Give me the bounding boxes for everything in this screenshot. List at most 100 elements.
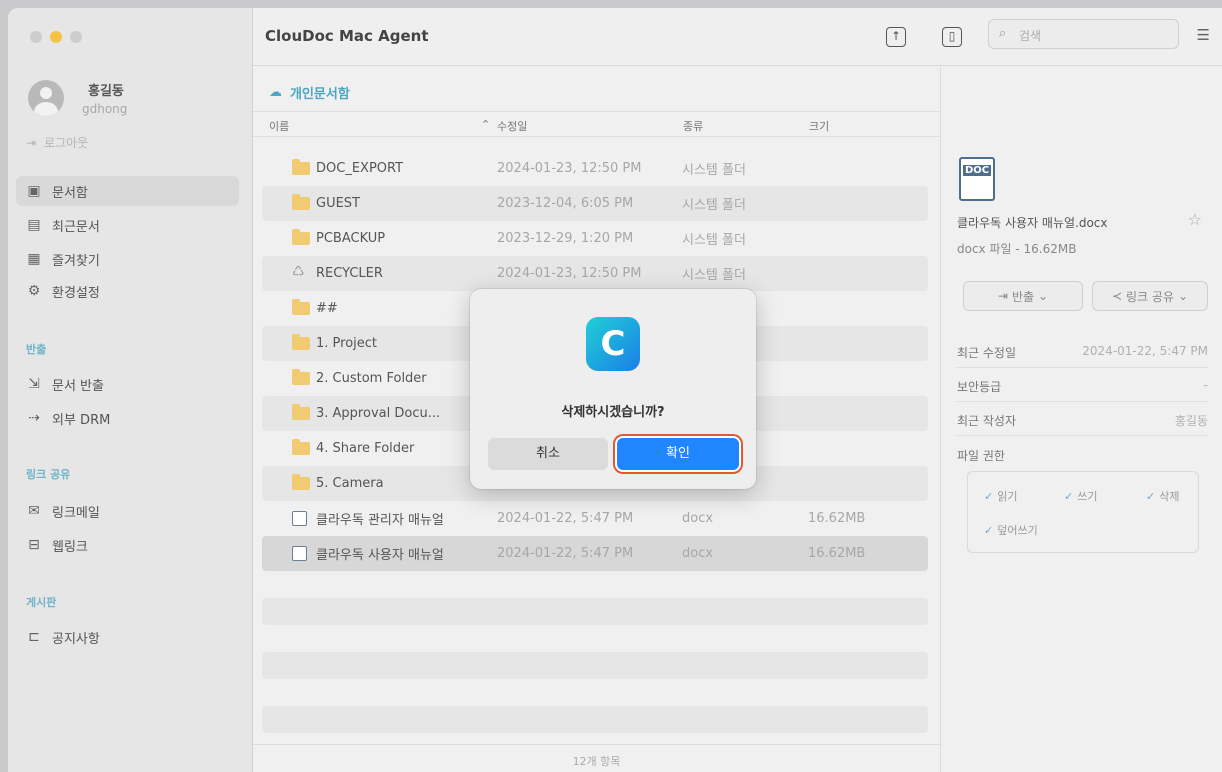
prop-modified: 최근 수정일 2024-01-22, 5:47 PM [957, 334, 1208, 368]
breadcrumb-label: 개인문서함 [290, 87, 350, 102]
docx-file-icon: DOC [959, 157, 995, 201]
document-icon [292, 546, 307, 561]
search-placeholder: 검색 [1019, 29, 1042, 43]
folder-icon [292, 194, 310, 210]
detail-panel: DOC 클라우독 사용자 매뉴얼.docx ☆ docx 파일 - 16.62M… [940, 67, 1222, 772]
gear-icon: ⚙ [27, 283, 41, 299]
zoom-window-button[interactable] [70, 31, 82, 43]
file-row[interactable]: DOC_EXPORT 2024-01-23, 12:50 PM 시스템 폴더 [262, 151, 928, 186]
permission-title: 파일 권한 [957, 449, 1005, 463]
section-title-export: 반출 [26, 343, 47, 356]
prop-value: 2024-01-22, 5:47 PM [1082, 344, 1208, 358]
perm-label: 삭제 [1159, 490, 1180, 503]
file-row[interactable]: ♺ RECYCLER 2024-01-23, 12:50 PM 시스템 폴더 [262, 256, 928, 291]
sidebar-item-label: 웹링크 [52, 539, 88, 555]
file-name: 3. Approval Docu... [316, 406, 441, 421]
minimize-window-button[interactable] [50, 31, 62, 43]
empty-row [262, 598, 928, 625]
file-date: 2023-12-04, 6:05 PM [497, 196, 634, 211]
file-row[interactable]: GUEST 2023-12-04, 6:05 PM 시스템 폴더 [262, 186, 928, 221]
file-name: DOC_EXPORT [316, 161, 404, 176]
file-name: 클라우독 사용자 매뉴얼 [316, 548, 444, 563]
empty-row [262, 625, 928, 652]
column-name[interactable]: 이름 [269, 118, 289, 134]
empty-row [262, 571, 928, 598]
detail-file-name: 클라우독 사용자 매뉴얼.docx [957, 216, 1108, 230]
link-share-button[interactable]: ≺ 링크 공유 ⌄ [1092, 281, 1208, 311]
folder-box-icon: ▣ [27, 183, 41, 199]
sidebar-item-label: 문서함 [52, 185, 88, 201]
upload-icon: ↑ [890, 29, 902, 43]
folder-icon [292, 229, 310, 245]
file-name: GUEST [316, 196, 360, 211]
user-name: 홍길동 [88, 84, 124, 99]
section-title-link-share: 링크 공유 [26, 468, 71, 481]
column-type[interactable]: 종류 [683, 118, 703, 134]
prop-label: 보안등급 [957, 380, 1002, 394]
sidebar-item-favorites[interactable]: ▦ 즐겨찾기 [16, 244, 239, 274]
sidebar-item-doc-export[interactable]: ⇲ 문서 반출 [16, 369, 239, 399]
sidebar-item-label: 즐겨찾기 [52, 253, 100, 269]
folder-icon [292, 439, 310, 455]
web-link-icon: ⊟ [28, 537, 40, 553]
sidebar-item-docbox[interactable]: ▣ 문서함 [16, 176, 239, 206]
column-size[interactable]: 크기 [809, 118, 829, 134]
cloud-icon: ☁ [269, 85, 282, 100]
export-doc-icon: ⇲ [28, 376, 40, 392]
doc-icon-label: DOC [963, 165, 992, 176]
folder-icon [292, 334, 310, 350]
confirm-button[interactable]: 확인 [617, 438, 739, 470]
check-icon: ✓ [1064, 490, 1074, 503]
item-count: 12개 항목 [253, 744, 940, 772]
prop-label: 최근 작성자 [957, 414, 1017, 428]
file-name: 4. Share Folder [316, 441, 415, 456]
file-row-selected[interactable]: 클라우독 사용자 매뉴얼 2024-01-22, 5:47 PM docx 16.62… [262, 536, 928, 571]
dialog-message: 삭제하시겠습니까? [561, 405, 665, 420]
filter-settings-icon[interactable]: ☰ [1197, 26, 1210, 44]
toggle-panel-button[interactable]: ▯ [942, 27, 962, 47]
sidebar-item-external-drm[interactable]: ⇢ 외부 DRM [16, 403, 239, 433]
sidebar-item-settings[interactable]: ⚙ 환경설정 [16, 276, 239, 306]
cancel-button[interactable]: 취소 [488, 438, 608, 470]
file-type: 시스템 폴더 [682, 233, 746, 248]
upload-button[interactable]: ↑ [886, 27, 906, 47]
empty-row [262, 679, 928, 706]
file-row[interactable]: 클라우독 관리자 매뉴얼 2024-01-22, 5:47 PM docx 16.62… [262, 501, 928, 536]
chevron-down-icon: ⌄ [1038, 289, 1049, 303]
sidebar-item-web-link[interactable]: ⊟ 웹링크 [16, 530, 239, 560]
breadcrumb[interactable]: ☁ 개인문서함 [269, 83, 350, 102]
column-modified[interactable]: 수정일 [497, 118, 527, 134]
search-icon: ⌕ [999, 26, 1007, 41]
file-name: RECYCLER [316, 266, 383, 281]
sidebar-item-link-mail[interactable]: ✉ 링크메일 [16, 496, 239, 526]
prop-label: 최근 수정일 [957, 346, 1017, 360]
chevron-down-icon: ⌄ [1177, 289, 1189, 303]
folder-icon [292, 369, 310, 385]
empty-row [262, 706, 928, 733]
share-button-label: 링크 공유 [1126, 289, 1174, 304]
logout-button[interactable]: ⇥ 로그아웃 [26, 134, 88, 151]
prop-value: - [1203, 378, 1208, 392]
file-type: 시스템 폴더 [682, 268, 746, 283]
sidebar-item-recent[interactable]: ▤ 최근문서 [16, 210, 239, 240]
user-id: gdhong [82, 102, 128, 116]
megaphone-icon: ⊏ [28, 629, 40, 645]
file-type: docx [682, 511, 714, 526]
file-date: 2024-01-23, 12:50 PM [497, 161, 642, 176]
sidebar: 홍길동 gdhong ⇥ 로그아웃 ▣ 문서함 ▤ 최근문서 ▦ 즐겨찾기 ⚙ … [8, 8, 253, 772]
file-row[interactable]: PCBACKUP 2023-12-29, 1:20 PM 시스템 폴더 [262, 221, 928, 256]
export-button-label: 반출 [1011, 289, 1035, 304]
perm-overwrite: ✓ 덮어쓰기 [984, 522, 1038, 538]
recycle-bin-icon: ♺ [292, 264, 305, 280]
check-icon: ✓ [984, 490, 994, 503]
close-window-button[interactable] [30, 31, 42, 43]
star-icon[interactable]: ☆ [1188, 210, 1202, 229]
sidebar-item-notice[interactable]: ⊏ 공지사항 [16, 622, 239, 652]
section-title-board: 게시판 [26, 596, 57, 609]
search-input[interactable]: ⌕ 검색 [988, 19, 1179, 49]
sort-asc-icon[interactable]: ⌃ [481, 118, 490, 131]
export-button[interactable]: ⇥ 반출 ⌄ [963, 281, 1083, 311]
sidebar-item-label: 링크메일 [52, 505, 100, 521]
file-name: 2. Custom Folder [316, 371, 427, 386]
file-date: 2023-12-29, 1:20 PM [497, 231, 634, 246]
